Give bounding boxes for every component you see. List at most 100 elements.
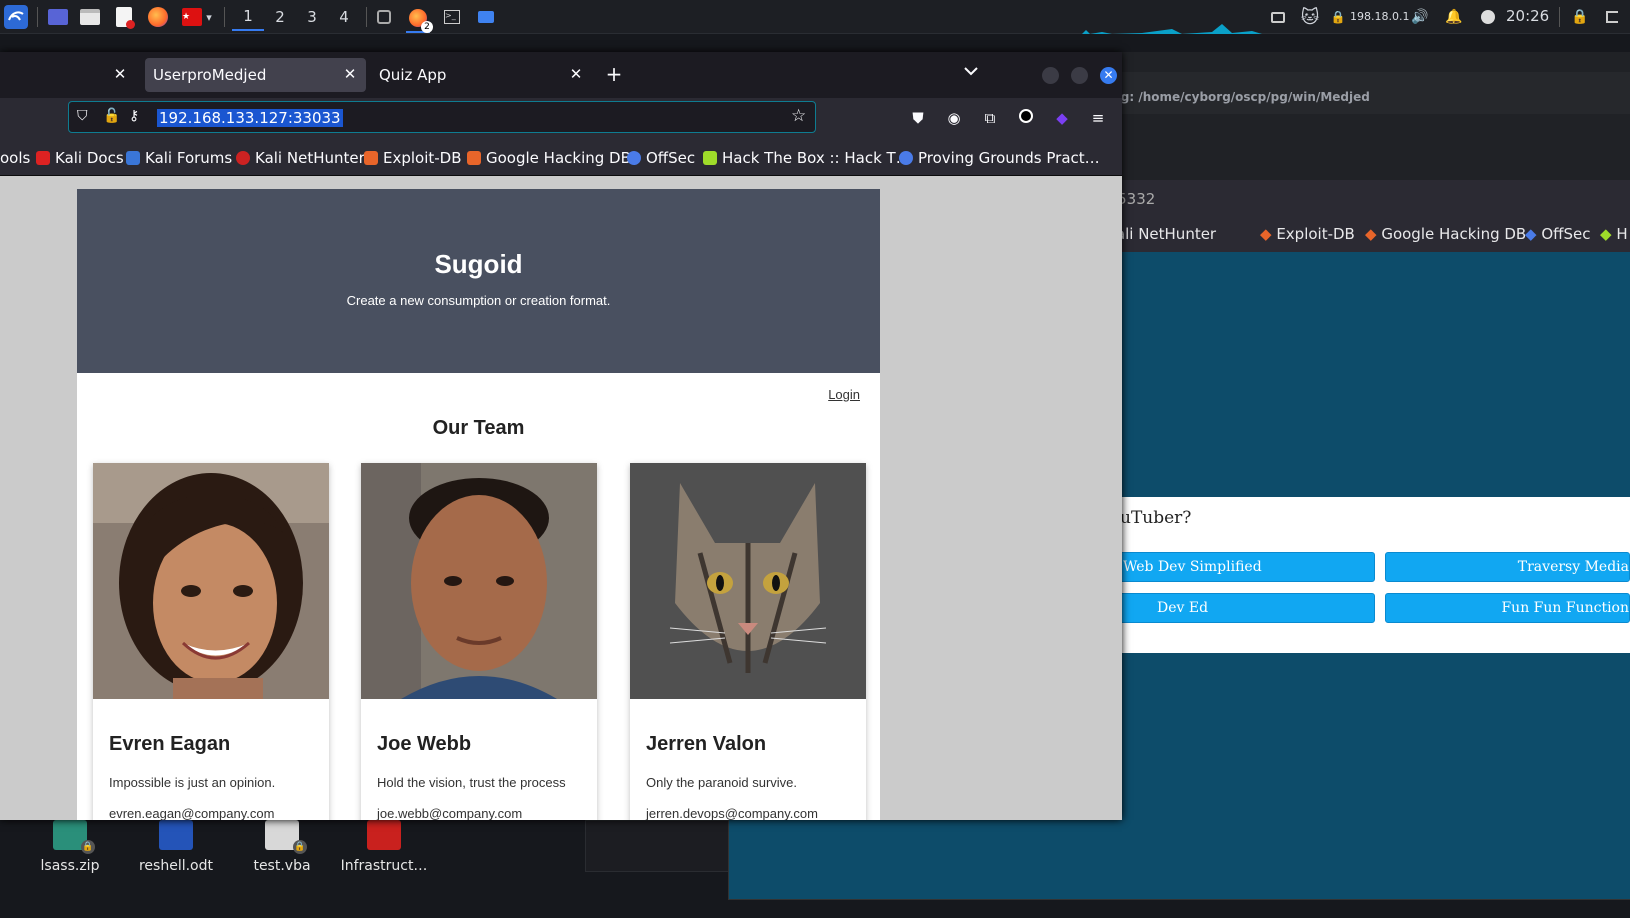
hamburger-menu-icon[interactable]: ≡	[1087, 109, 1109, 127]
lock-screen-icon[interactable]: 🔒	[1568, 5, 1592, 29]
url-text[interactable]: 192.168.133.127:33033	[157, 109, 343, 127]
member-photo	[93, 463, 329, 699]
logout-icon[interactable]	[1600, 5, 1624, 29]
text-editor-icon[interactable]	[112, 5, 136, 29]
team-member-card: Evren Eagan Impossible is just an opinio…	[93, 463, 329, 820]
close-window-button[interactable]: ✕	[1100, 67, 1117, 84]
firefox-launcher-icon[interactable]	[146, 5, 170, 29]
bookmark-offsec[interactable]: OffSec	[627, 149, 695, 167]
tab-label: UserproMedjed	[153, 66, 267, 84]
close-tab-icon[interactable]: ✕	[566, 64, 586, 84]
google-hacking-db-icon	[467, 151, 481, 165]
bookmark-proving-grounds[interactable]: Proving Grounds Pract…	[899, 149, 1100, 167]
key-icon[interactable]: ⚷	[129, 108, 139, 124]
workspace-2[interactable]: 2	[264, 3, 296, 31]
member-quote: Hold the vision, trust the process	[377, 775, 566, 790]
member-email: jerren.devops@company.com	[646, 806, 818, 820]
answer-button[interactable]: Dev Ed	[1118, 593, 1375, 623]
terminal-window-icon[interactable]: >_	[440, 5, 464, 29]
bookmark-kali-nethunter[interactable]: Kali NetHunter	[236, 149, 365, 167]
answer-button[interactable]: Web Dev Simplified	[1118, 552, 1375, 582]
display-icon[interactable]	[1266, 5, 1290, 29]
background-page-lower	[728, 820, 1630, 900]
file-manager-icon[interactable]	[78, 5, 102, 29]
cat-tray-icon[interactable]: 🐱	[1298, 5, 1322, 29]
minimize-button[interactable]	[1042, 67, 1059, 84]
volume-icon[interactable]: 🔊	[1408, 5, 1432, 29]
account-icon[interactable]: ◉	[943, 109, 965, 127]
shield-icon[interactable]: ⛉	[77, 108, 88, 124]
close-tab-icon[interactable]: ✕	[110, 64, 130, 84]
navigation-toolbar: ⛉ 🔓 ⚷ 192.168.133.127:33033 ☆ ⛊ ◉ ⧉ ◆ ≡	[0, 98, 1122, 142]
desktop-icon-infrastructure[interactable]: Infrastruct…	[334, 820, 434, 874]
power-icon[interactable]	[1476, 5, 1500, 29]
clock: 20:26	[1506, 7, 1550, 25]
window-button-icon[interactable]	[372, 5, 396, 29]
bookmark-hack-the-box[interactable]: Hack The Box :: Hack T…	[703, 149, 911, 167]
bg-bookmark[interactable]: ◆ H	[1600, 225, 1628, 243]
bookmark-kali-forums[interactable]: Kali Forums	[126, 149, 232, 167]
extensions-icon[interactable]: ⧉	[979, 109, 1001, 127]
workspace-4[interactable]: 4	[328, 3, 360, 31]
ip-address: 198.18.0.1	[1350, 10, 1410, 23]
login-link[interactable]: Login	[828, 387, 860, 402]
desktop-icon-reshell[interactable]: reshell.odt	[126, 820, 226, 874]
member-name: Evren Eagan	[109, 733, 231, 755]
tab-quiz-app[interactable]: Quiz App ✕	[371, 58, 592, 92]
site-subtitle: Create a new consumption or creation for…	[346, 293, 611, 308]
workspace-3[interactable]: 3	[296, 3, 328, 31]
bookmark-tools[interactable]: ools	[0, 149, 30, 167]
desktop-icon-test-vba[interactable]: 🔒 test.vba	[232, 820, 332, 874]
show-desktop-icon[interactable]	[46, 5, 70, 29]
desktop-icon-label: test.vba	[253, 858, 311, 874]
bookmark-kali-docs[interactable]: Kali Docs	[36, 149, 124, 167]
firefox-window-button[interactable]: 2	[406, 5, 433, 33]
team-heading: Our Team	[432, 417, 525, 439]
bg-bookmark[interactable]: ◆ OffSec	[1525, 225, 1590, 243]
background-url-fragment[interactable]: 7:45332	[1090, 180, 1630, 218]
kali-menu-icon[interactable]	[4, 5, 28, 29]
member-email: evren.eagan@company.com	[109, 806, 275, 820]
tab-first[interactable]: ✕	[0, 58, 136, 92]
answer-button[interactable]: Traversy Media	[1385, 552, 1630, 582]
website: Sugoid Create a new consumption or creat…	[77, 189, 880, 820]
desktop-icon-lsass[interactable]: 🔒 lsass.zip	[20, 820, 120, 874]
window-count-badge: 2	[421, 21, 433, 33]
tab-bar: ✕ UserproMedjed ✕ Quiz App ✕ + ✕	[0, 52, 1122, 98]
exploit-db-icon	[364, 151, 378, 165]
firefox-window: ✕ UserproMedjed ✕ Quiz App ✕ + ✕ ⛉ 🔓 ⚷ 1…	[0, 52, 1122, 820]
background-panel	[585, 820, 730, 872]
bookmark-exploit-db[interactable]: Exploit-DB	[364, 149, 462, 167]
offsec-icon	[627, 151, 641, 165]
site-title: Sugoid	[434, 249, 523, 279]
extension-circle-icon[interactable]	[1015, 109, 1037, 127]
background-bookmarks-bar: ◆ Kali NetHunter ◆ Exploit-DB ◆ Google H…	[1090, 218, 1630, 252]
network-lock-icon[interactable]: 🔒	[1326, 5, 1350, 29]
bg-bookmark[interactable]: ◆ Google Hacking DB	[1365, 225, 1526, 243]
extension-purple-icon[interactable]: ◆	[1051, 109, 1073, 127]
document-file-icon	[159, 820, 193, 850]
workspace-1[interactable]: 1	[232, 3, 264, 31]
bg-bookmark[interactable]: ◆ Exploit-DB	[1260, 225, 1355, 243]
pocket-icon[interactable]: ⛊	[907, 109, 929, 127]
list-tabs-chevron-icon[interactable]	[964, 64, 978, 80]
page-viewport: Sugoid Create a new consumption or creat…	[0, 176, 1122, 820]
kali-docs-icon	[36, 151, 50, 165]
answer-button[interactable]: Fun Fun Function	[1385, 593, 1630, 623]
proving-grounds-icon	[899, 151, 913, 165]
url-bar[interactable]: ⛉ 🔓 ⚷ 192.168.133.127:33033 ☆	[68, 101, 816, 133]
notifications-bell-icon[interactable]: 🔔	[1442, 5, 1466, 29]
close-tab-icon[interactable]: ✕	[340, 64, 360, 84]
maximize-button[interactable]	[1071, 67, 1088, 84]
folder-window-icon[interactable]	[474, 5, 498, 29]
new-tab-button[interactable]: +	[602, 62, 626, 86]
terminal-emulator-icon[interactable]: ★	[180, 5, 204, 29]
member-photo	[630, 463, 866, 699]
chevron-down-icon[interactable]: ▾	[202, 5, 216, 29]
bookmark-star-icon[interactable]: ☆	[791, 106, 806, 126]
hero-banner: Sugoid Create a new consumption or creat…	[77, 189, 880, 373]
tab-userpromedjed[interactable]: UserproMedjed ✕	[145, 58, 366, 92]
insecure-lock-icon[interactable]: 🔓	[103, 108, 120, 124]
bookmarks-toolbar: ools Kali Docs Kali Forums Kali NetHunte…	[0, 142, 1122, 176]
bookmark-google-hacking-db[interactable]: Google Hacking DB	[467, 149, 631, 167]
